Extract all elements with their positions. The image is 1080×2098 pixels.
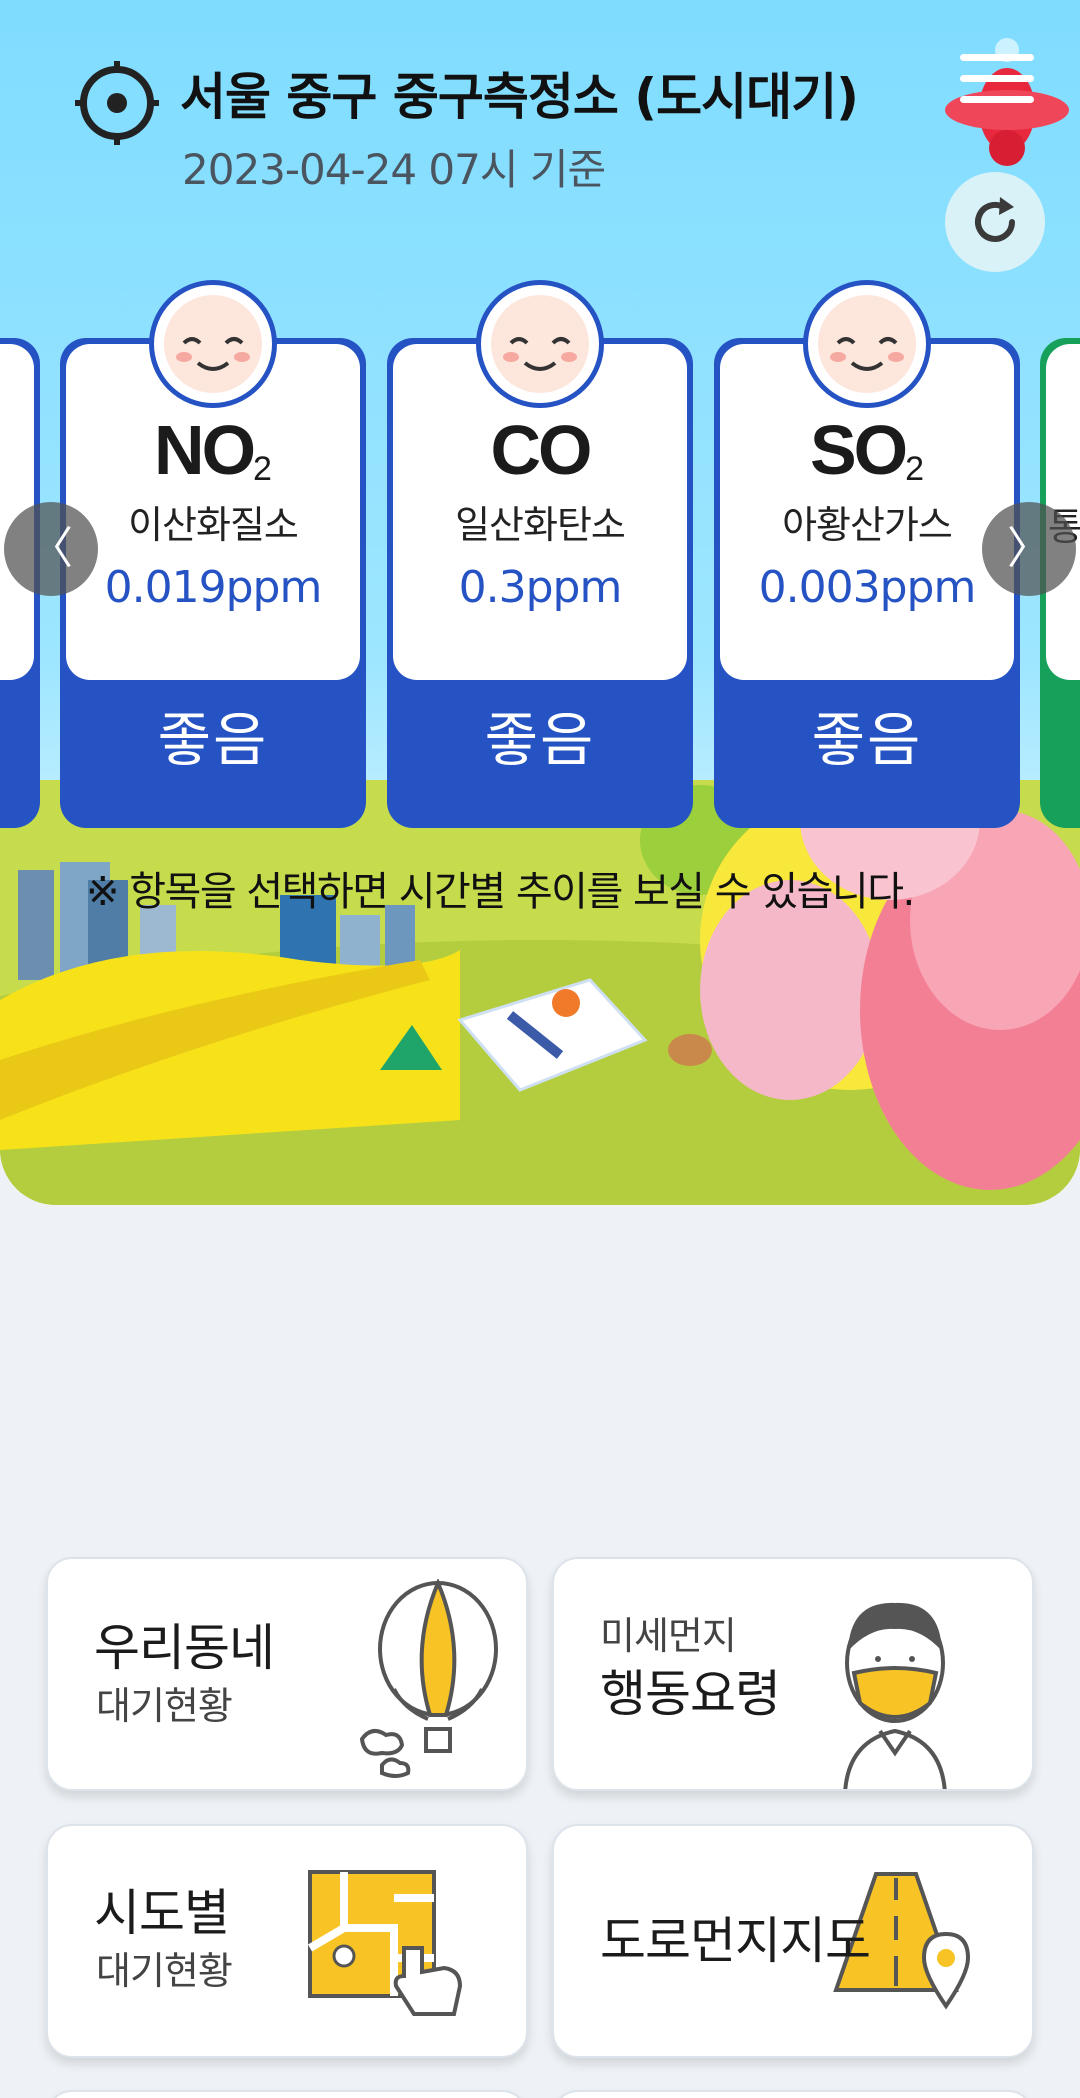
tile-title: 도로먼지지도 xyxy=(600,1912,871,1970)
tile-next-row-left[interactable] xyxy=(46,2090,528,2098)
grade-label: 좋음 xyxy=(484,706,596,774)
pollutant-name: 이산화질소 xyxy=(128,503,299,547)
tile-road-dust-map[interactable]: 도로먼지지도 xyxy=(552,1824,1034,2058)
hot-air-balloon-icon xyxy=(359,1579,498,1778)
pollutant-symbol: NO2 xyxy=(154,411,272,489)
tile-title: 우리동네 xyxy=(94,1619,275,1677)
grade-label: 좋음 xyxy=(157,706,269,774)
tile-next-row-right[interactable] xyxy=(552,2090,1034,2098)
pollutant-card-co[interactable]: CO 일산화탄소 0.3ppm 좋음 xyxy=(387,280,693,828)
map-touch-icon xyxy=(307,1870,463,2016)
tile-dust-guide[interactable]: 미세먼지 행동요령 xyxy=(552,1557,1034,1791)
pollutant-name: 아황산가스 xyxy=(782,503,953,547)
tile-title: 행동요령 xyxy=(600,1665,781,1723)
menu-button[interactable] xyxy=(960,54,1034,114)
station-title[interactable]: 서울 중구 중구측정소 (도시대기) xyxy=(180,62,900,132)
pollutant-card-so2[interactable]: SO2 아황산가스 0.003ppm 좋음 xyxy=(714,280,1020,828)
pollutant-symbol: SO2 xyxy=(809,411,925,489)
good-face-icon xyxy=(803,280,931,408)
next-arrow-button[interactable]: 〉 xyxy=(982,502,1076,596)
grade-label: 좋음 xyxy=(811,706,923,774)
refresh-icon xyxy=(975,197,1015,242)
refresh-button[interactable] xyxy=(945,172,1045,272)
pollutant-value: 0.003ppm xyxy=(758,562,977,613)
hero-panel: 서울 중구 중구측정소 (도시대기) 2023-04-24 07시 기준 NO2… xyxy=(0,0,1080,1205)
tile-province-air[interactable]: 시도별 대기현황 xyxy=(46,1824,528,2058)
masked-person-icon xyxy=(843,1602,947,1789)
tile-subtitle: 대기현황 xyxy=(96,1949,233,1993)
tile-neighborhood-air[interactable]: 우리동네 대기현황 xyxy=(46,1557,528,1791)
pollutant-name: 일산화탄소 xyxy=(455,503,626,547)
selection-hint: ※ 항목을 선택하면 시간별 추이를 보실 수 있습니다. xyxy=(86,869,915,915)
good-face-icon xyxy=(149,280,277,408)
tile-subtitle: 대기현황 xyxy=(96,1684,233,1728)
pollutant-value: 0.3ppm xyxy=(458,562,623,613)
prev-arrow-button[interactable]: 〈 xyxy=(4,502,98,596)
pollutant-card-no2[interactable]: NO2 이산화질소 0.019ppm 좋음 xyxy=(60,280,366,828)
chevron-right-icon: 〉 xyxy=(1007,523,1051,574)
tile-title: 시도별 xyxy=(94,1884,230,1942)
tile-subtitle: 미세먼지 xyxy=(600,1614,737,1658)
pollutant-symbol: CO xyxy=(490,411,593,489)
chevron-left-icon: 〈 xyxy=(29,523,73,574)
pollutant-value: 0.019ppm xyxy=(104,562,323,613)
hamburger-menu-icon xyxy=(960,54,1034,61)
measurement-timestamp: 2023-04-24 07시 기준 xyxy=(182,145,606,194)
crosshair-icon[interactable] xyxy=(75,61,159,145)
good-face-icon xyxy=(476,280,604,408)
